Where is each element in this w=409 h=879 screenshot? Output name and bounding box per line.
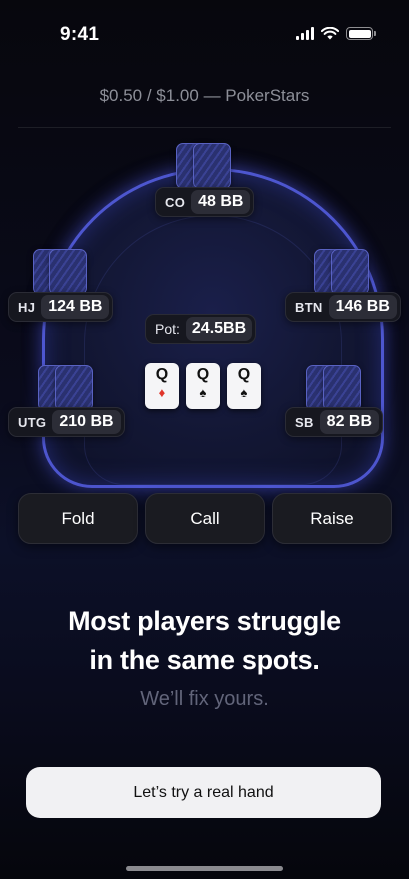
stakes-title: $0.50 / $1.00 — PokerStars bbox=[99, 86, 310, 105]
subheadline: We’ll fix yours. bbox=[140, 688, 269, 710]
seat-position-label: SB bbox=[295, 414, 314, 430]
seat-position-label: CO bbox=[165, 194, 186, 210]
spade-suit-icon: ♠ bbox=[199, 385, 207, 400]
seat-utg: UTG 210 BB bbox=[8, 407, 125, 437]
spade-suit-icon: ♠ bbox=[240, 385, 248, 400]
seat-stack: 146 BB bbox=[328, 295, 397, 319]
diamond-suit-icon: ♦ bbox=[158, 385, 166, 400]
card-back-icon bbox=[331, 249, 369, 295]
header-divider bbox=[18, 127, 391, 128]
table-felt-line bbox=[84, 215, 342, 485]
seat-stack: 82 BB bbox=[319, 410, 380, 434]
pot-display: Pot: 24.5BB bbox=[145, 314, 257, 344]
seat-stack: 210 BB bbox=[52, 410, 121, 434]
seat-sb: SB 82 BB bbox=[285, 407, 384, 437]
status-icons bbox=[296, 27, 376, 40]
try-real-hand-button[interactable]: Let’s try a real hand bbox=[26, 767, 381, 818]
card-rank: Q bbox=[196, 366, 210, 383]
battery-icon bbox=[346, 27, 376, 40]
seat-position-label: BTN bbox=[295, 299, 323, 315]
seat-hj: HJ 124 BB bbox=[8, 292, 114, 322]
seat-btn: BTN 146 BB bbox=[285, 292, 401, 322]
headline-line-1: Most players struggle bbox=[68, 606, 341, 636]
screen: 9:41 $0.50 / $1.00 — PokerStars CO 48 BB… bbox=[0, 0, 409, 879]
card-back-icon bbox=[193, 143, 231, 189]
pot-value: 24.5BB bbox=[185, 317, 253, 341]
cellular-signal-icon bbox=[296, 27, 314, 40]
card-rank: Q bbox=[155, 366, 169, 383]
status-time: 9:41 bbox=[60, 24, 100, 45]
seat-stack: 48 BB bbox=[191, 190, 251, 214]
headline-line-2: in the same spots. bbox=[89, 645, 320, 675]
raise-button[interactable]: Raise bbox=[272, 493, 392, 544]
pot-label: Pot: bbox=[155, 321, 180, 337]
headline: Most players struggle in the same spots. bbox=[0, 602, 409, 680]
seat-position-label: HJ bbox=[18, 299, 36, 315]
seat-co: CO 48 BB bbox=[155, 187, 255, 217]
fold-button[interactable]: Fold bbox=[18, 493, 138, 544]
board-card: Q ♦ bbox=[145, 363, 179, 409]
board-card: Q ♠ bbox=[227, 363, 261, 409]
card-back-icon bbox=[323, 365, 361, 411]
seat-position-label: UTG bbox=[18, 414, 47, 430]
card-back-icon bbox=[49, 249, 87, 295]
call-button[interactable]: Call bbox=[145, 493, 265, 544]
card-rank: Q bbox=[237, 366, 251, 383]
wifi-icon bbox=[321, 27, 339, 40]
seat-stack: 124 BB bbox=[41, 295, 110, 319]
card-back-icon bbox=[55, 365, 93, 411]
board-card: Q ♠ bbox=[186, 363, 220, 409]
home-indicator[interactable] bbox=[126, 866, 283, 871]
